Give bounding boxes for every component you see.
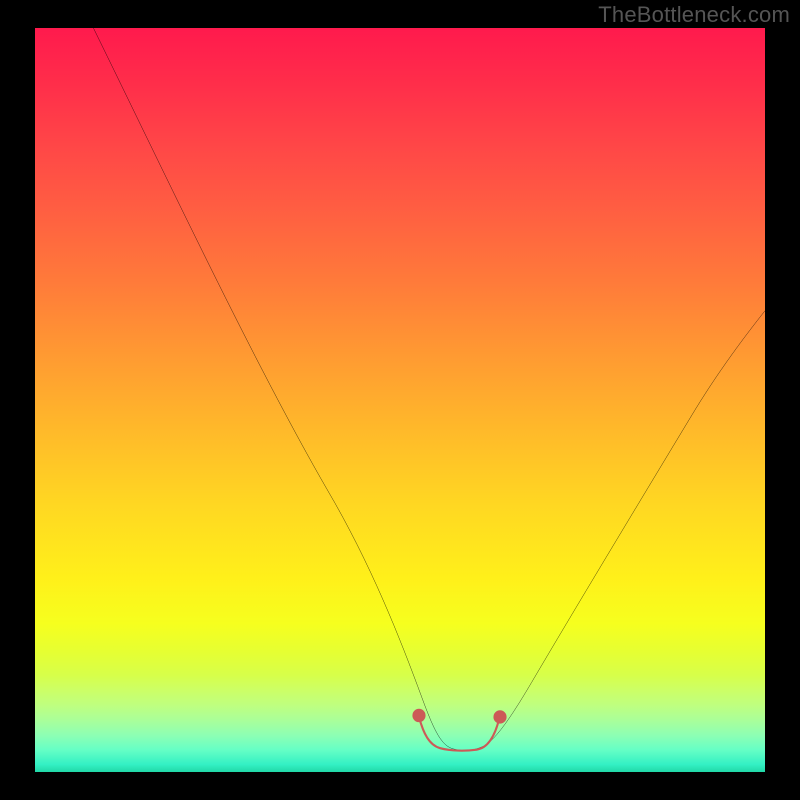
marker-dot-left <box>412 709 425 722</box>
marker-dot-right <box>493 710 506 723</box>
curve-layer <box>35 28 765 772</box>
bottleneck-curve <box>93 28 765 751</box>
chart-frame: TheBottleneck.com <box>0 0 800 800</box>
watermark-text: TheBottleneck.com <box>598 2 790 28</box>
optimal-zone-marker <box>419 717 499 751</box>
plot-area <box>35 28 765 772</box>
